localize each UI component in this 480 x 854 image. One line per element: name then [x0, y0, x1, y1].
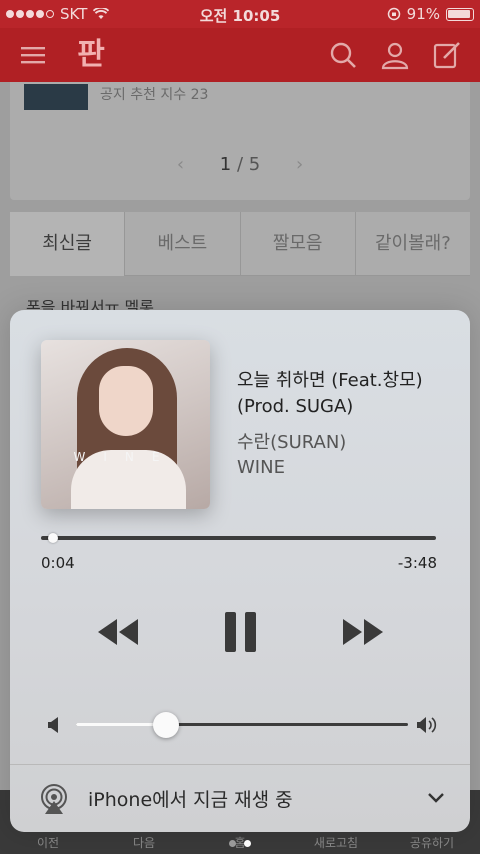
search-icon[interactable]: [328, 40, 358, 70]
remaining-time: -3:48: [397, 554, 437, 572]
chevron-left-icon[interactable]: ‹: [177, 154, 184, 175]
board-tabs: 최신글 베스트 짤모음 같이볼래?: [10, 212, 470, 276]
rotation-lock-icon: [387, 7, 400, 21]
app-navbar: 판: [0, 28, 480, 82]
chevron-down-icon[interactable]: [426, 787, 446, 807]
tab-latest[interactable]: 최신글: [10, 212, 126, 276]
scrubber-knob[interactable]: [47, 533, 58, 543]
post-meta: 공지 추천 지수 23: [100, 87, 209, 103]
compose-icon[interactable]: [432, 40, 462, 70]
volume-high-icon: [417, 717, 437, 733]
rewind-icon[interactable]: [95, 610, 141, 654]
airplay-output-label: iPhone에서 지금 재생 중: [88, 789, 293, 811]
status-right: 91%: [387, 5, 474, 23]
tab-watch-together[interactable]: 같이볼래?: [355, 212, 470, 276]
airplay-icon: [41, 784, 67, 814]
album-art[interactable]: WINE: [41, 340, 210, 509]
now-playing-card: WINE 오늘 취하면 (Feat.창모) (Prod. SUGA) 수란(SU…: [10, 310, 470, 832]
album-name: WINE: [237, 457, 285, 478]
elapsed-time: 0:04: [41, 554, 75, 572]
pause-icon[interactable]: [218, 610, 264, 654]
notice-card: 공지 추천 지수 23 ‹ 1 / 5 ›: [10, 82, 470, 200]
app-logo[interactable]: 판: [72, 36, 110, 74]
user-profile-icon[interactable]: [380, 40, 410, 70]
fast-forward-icon[interactable]: [340, 610, 386, 654]
pager-current: 1: [219, 154, 232, 175]
airplay-row[interactable]: iPhone에서 지금 재생 중: [10, 764, 470, 832]
volume-slider[interactable]: [76, 712, 408, 738]
page-dot-active: [244, 840, 251, 847]
pager-total: 5: [248, 154, 261, 175]
pagination: ‹ 1 / 5 ›: [10, 154, 470, 175]
page-dot: [229, 840, 236, 847]
status-bar: SKT 오전 10:05 91%: [0, 0, 480, 28]
post-thumbnail[interactable]: [24, 84, 88, 110]
hamburger-menu-icon[interactable]: [18, 40, 48, 70]
tab-images[interactable]: 짤모음: [240, 212, 356, 276]
volume-knob[interactable]: [152, 712, 179, 738]
battery-icon: [446, 7, 474, 21]
volume-low-icon: [48, 717, 58, 733]
battery-percent: 91%: [406, 5, 440, 23]
chevron-right-icon[interactable]: ›: [296, 154, 303, 175]
artist-name: 수란(SURAN): [237, 432, 347, 453]
song-title: 오늘 취하면 (Feat.창모) (Prod. SUGA): [237, 370, 423, 417]
tab-best[interactable]: 베스트: [125, 212, 241, 276]
album-art-text: WINE: [73, 450, 178, 464]
pager-separator: /: [236, 154, 244, 175]
playback-scrubber[interactable]: [41, 533, 436, 543]
page-indicator: [0, 840, 480, 847]
